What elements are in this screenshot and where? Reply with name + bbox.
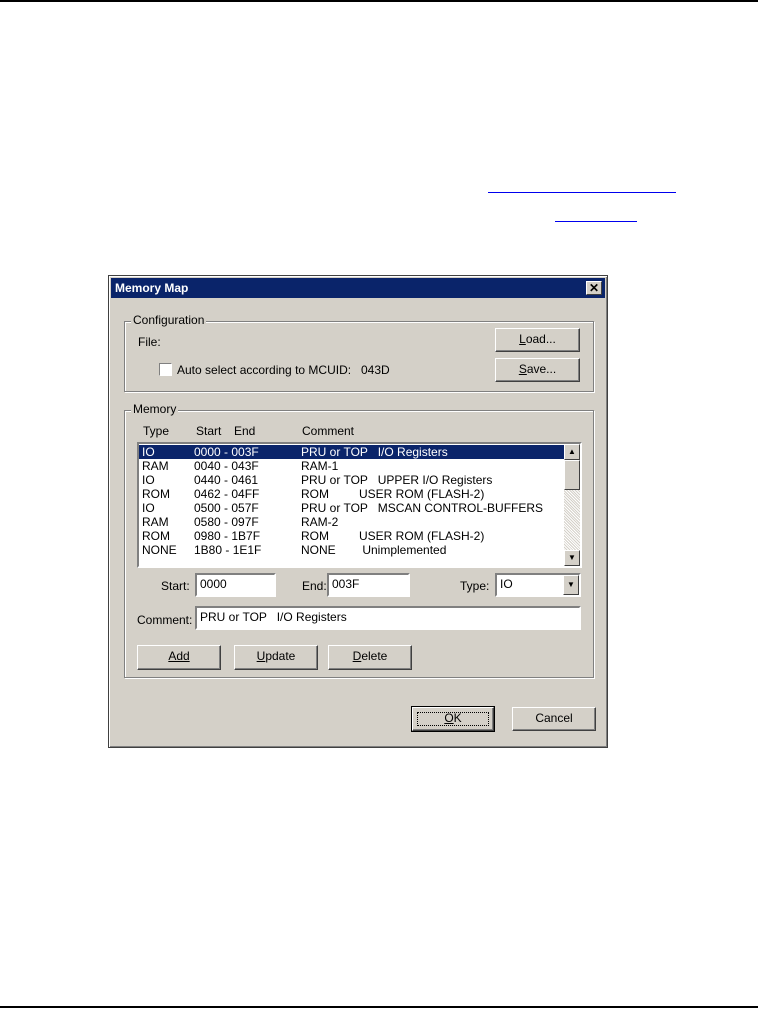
configuration-group-label: Configuration (131, 313, 207, 327)
column-header-start: Start (196, 424, 222, 438)
row-comment: PRU or TOP I/O Registers (301, 445, 448, 459)
start-label: Start: (161, 579, 190, 593)
row-range: 0500 - 057F (194, 501, 259, 515)
cancel-button-label: Cancel (535, 711, 573, 725)
row-type: ROM (142, 529, 170, 543)
save-button[interactable]: Save... (495, 358, 580, 382)
delete-button-label: Delete (352, 649, 388, 663)
add-button[interactable]: Add (137, 645, 221, 670)
row-comment: RAM-1 (301, 459, 339, 473)
row-type: RAM (142, 515, 169, 529)
focus-rectangle (417, 712, 489, 726)
document-link-underline[interactable] (488, 192, 676, 193)
row-range: 0980 - 1B7F (194, 529, 261, 543)
row-type: RAM (142, 459, 169, 473)
row-comment: RAM-2 (301, 515, 339, 529)
type-label: Type: (460, 579, 490, 593)
memory-list-viewport: IO 0000 - 003F PRU or TOP I/O Registers … (139, 444, 564, 566)
scroll-down-icon[interactable]: ▼ (564, 550, 580, 566)
chevron-down-icon[interactable]: ▼ (563, 575, 579, 595)
memory-map-dialog: Memory Map ✕ Configuration File: Load...… (108, 275, 608, 748)
document-link-underline[interactable] (555, 221, 637, 222)
add-button-label: Add (168, 649, 190, 663)
scroll-up-icon[interactable]: ▲ (564, 444, 580, 460)
load-button-label: Load... (519, 332, 556, 346)
row-comment: ROM USER ROM (FLASH-2) (301, 529, 485, 543)
update-button-text: pdate (265, 649, 296, 663)
row-range: 0580 - 097F (194, 515, 259, 529)
page-top-rule (0, 0, 758, 2)
update-button[interactable]: Update (234, 645, 318, 670)
memory-list-scrollbar[interactable]: ▲ ▼ (564, 444, 580, 566)
cancel-button[interactable]: Cancel (512, 707, 596, 731)
scroll-thumb[interactable] (564, 460, 580, 490)
list-item[interactable]: ROM 0462 - 04FF ROM USER ROM (FLASH-2) (139, 487, 564, 501)
row-range: 0462 - 04FF (194, 487, 260, 501)
row-type: IO (142, 473, 155, 487)
column-header-type: Type (143, 424, 170, 438)
row-range: 0040 - 043F (194, 459, 259, 473)
save-button-text: ave... (526, 362, 557, 376)
dialog-titlebar: Memory Map ✕ (111, 278, 605, 298)
mcuid-value: 043D (361, 363, 390, 377)
page-bottom-rule (0, 1006, 758, 1008)
start-field[interactable]: 0000 (195, 573, 276, 597)
row-type: NONE (142, 543, 177, 557)
list-item[interactable]: RAM 0040 - 043F RAM-1 (139, 459, 564, 473)
update-button-label: Update (256, 649, 296, 663)
end-field[interactable]: 003F (327, 573, 410, 597)
row-comment: PRU or TOP MSCAN CONTROL-BUFFERS (301, 501, 544, 515)
delete-button[interactable]: Delete (328, 645, 412, 670)
save-button-label: Save... (518, 362, 557, 376)
row-type: IO (142, 501, 155, 515)
row-range: 1B80 - 1E1F (194, 543, 262, 557)
row-type: ROM (142, 487, 170, 501)
comment-field[interactable]: PRU or TOP I/O Registers (195, 606, 581, 630)
memory-list[interactable]: IO 0000 - 003F PRU or TOP I/O Registers … (137, 442, 582, 568)
list-item[interactable]: IO 0500 - 057F PRU or TOP MSCAN CONTROL-… (139, 501, 564, 515)
file-label: File: (138, 335, 161, 349)
row-range: 0000 - 003F (194, 445, 259, 459)
type-select-value: IO (500, 577, 513, 591)
comment-label: Comment: (137, 613, 193, 627)
column-header-end: End (234, 424, 256, 438)
list-item[interactable]: NONE 1B80 - 1E1F NONE Unimplemented (139, 543, 564, 557)
ok-button[interactable]: OK (411, 706, 495, 732)
delete-button-text: elete (361, 649, 388, 663)
type-select[interactable]: IO ▼ (495, 573, 581, 597)
list-item[interactable]: RAM 0580 - 097F RAM-2 (139, 515, 564, 529)
row-comment: NONE Unimplemented (301, 543, 447, 557)
row-range: 0440 - 0461 (194, 473, 259, 487)
column-header-comment: Comment (302, 424, 355, 438)
end-label: End: (302, 579, 327, 593)
memory-group-label: Memory (131, 402, 179, 416)
list-item[interactable]: IO 0440 - 0461 PRU or TOP UPPER I/O Regi… (139, 473, 564, 487)
auto-select-label[interactable]: Auto select according to MCUID: (177, 363, 351, 377)
load-button-text: oad... (525, 332, 556, 346)
list-item[interactable]: ROM 0980 - 1B7F ROM USER ROM (FLASH-2) (139, 529, 564, 543)
row-comment: ROM USER ROM (FLASH-2) (301, 487, 485, 501)
close-icon[interactable]: ✕ (586, 281, 602, 295)
list-item[interactable]: IO 0000 - 003F PRU or TOP I/O Registers (139, 445, 564, 459)
load-button[interactable]: Load... (495, 328, 580, 352)
row-type: IO (142, 445, 155, 459)
row-comment: PRU or TOP UPPER I/O Registers (301, 473, 493, 487)
dialog-title: Memory Map (115, 281, 189, 295)
auto-select-checkbox[interactable] (159, 363, 172, 376)
